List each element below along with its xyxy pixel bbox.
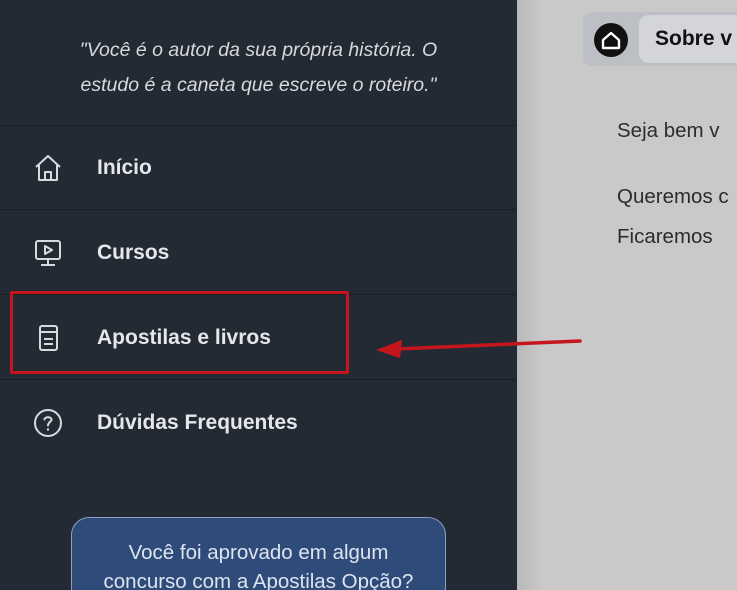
quote-line-2: estudo é a caneta que escreve o roteiro.… xyxy=(80,74,437,96)
sidebar: "Você é o autor da sua própria história.… xyxy=(0,0,517,590)
main-content: Sobre v Seja bem v Queremos c Ficaremos xyxy=(517,0,737,590)
sidebar-item-label: Cursos xyxy=(97,240,170,264)
approved-cta-button[interactable]: Você foi aprovado em algum concurso com … xyxy=(71,517,446,590)
cta-line-2: concurso com a Apostilas Opção? xyxy=(103,570,414,590)
question-circle-icon xyxy=(31,406,65,440)
video-monitor-icon xyxy=(31,236,65,270)
quote-line-1: "Você é o autor da sua própria história.… xyxy=(79,39,438,61)
body-text-line-2: Ficaremos xyxy=(617,225,713,248)
cta-line-1: Você foi aprovado em algum xyxy=(128,541,389,564)
sidebar-item-cursos[interactable]: Cursos xyxy=(0,211,517,295)
sidebar-quote: "Você é o autor da sua própria história.… xyxy=(0,0,517,126)
sidebar-item-label: Início xyxy=(97,155,152,179)
sidebar-item-label: Dúvidas Frequentes xyxy=(97,411,298,434)
sidebar-item-duvidas[interactable]: Dúvidas Frequentes xyxy=(0,381,517,465)
home-icon xyxy=(31,151,65,185)
home-icon[interactable] xyxy=(594,23,628,57)
body-text-line-1: Queremos c xyxy=(617,185,729,208)
sidebar-item-inicio[interactable]: Início xyxy=(0,126,517,210)
annotation-highlight-box xyxy=(10,291,349,374)
content-shadow xyxy=(517,0,543,590)
welcome-text: Seja bem v xyxy=(617,119,720,142)
tab-sobre-label: Sobre v xyxy=(655,27,733,50)
